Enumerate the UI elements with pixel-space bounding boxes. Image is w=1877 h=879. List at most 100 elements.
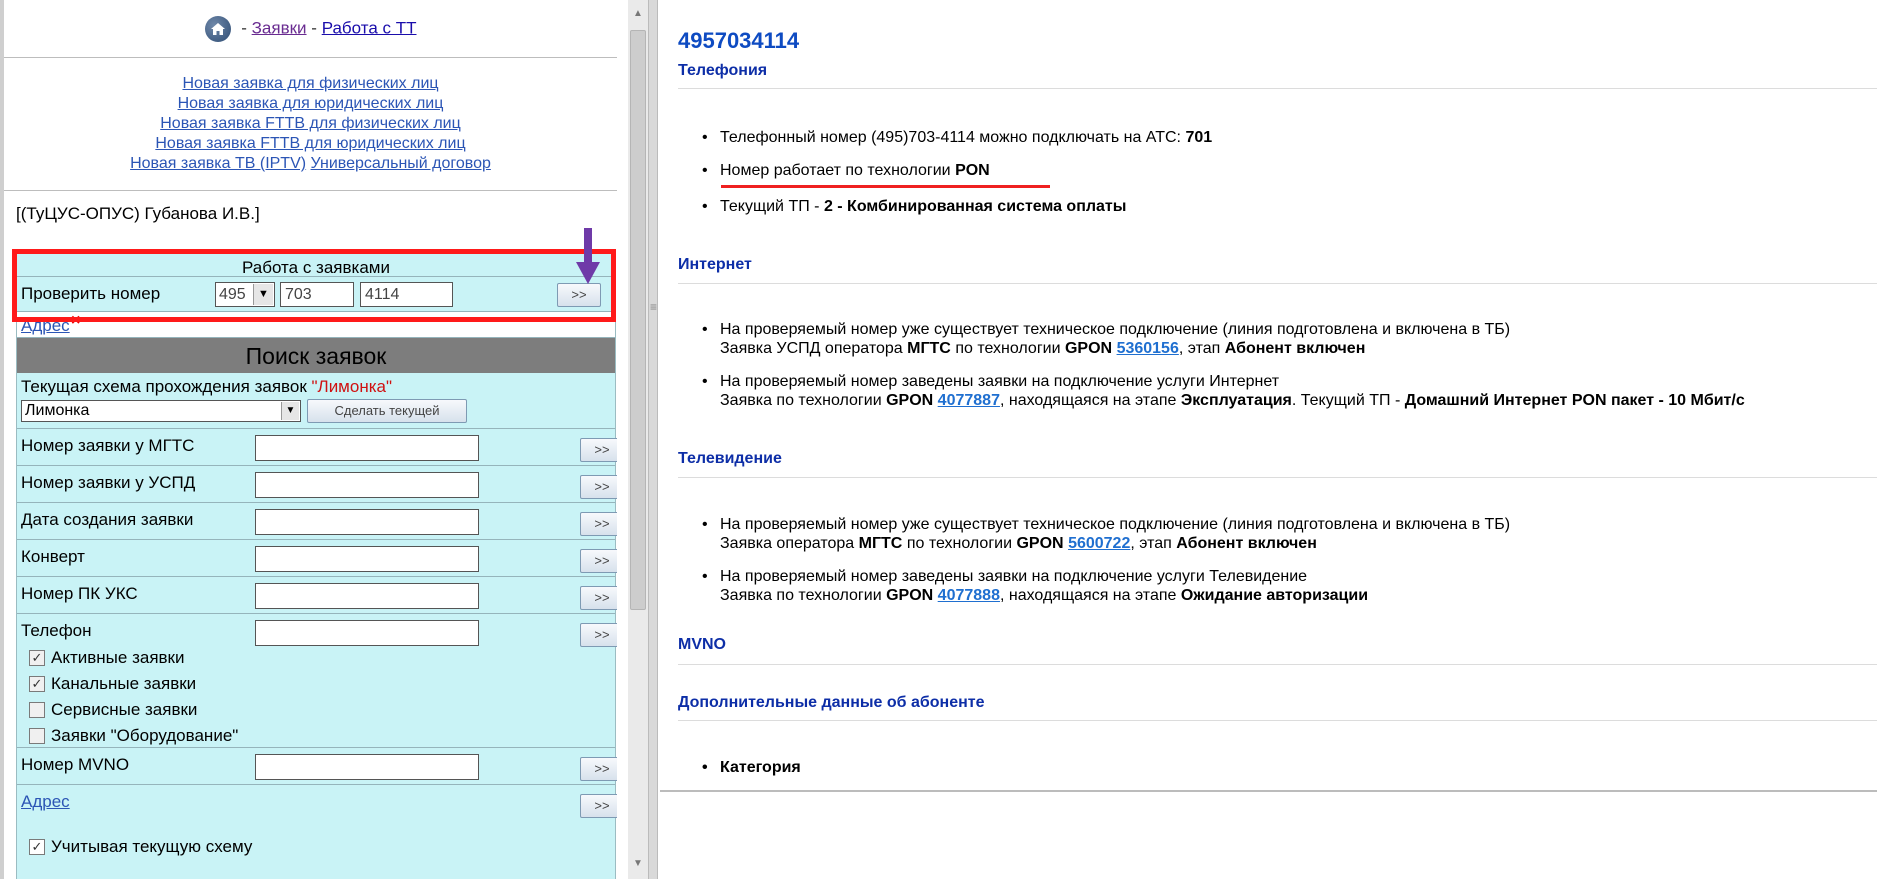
stage-value: Эксплуатация xyxy=(1180,392,1292,409)
search-button[interactable]: >> xyxy=(580,475,617,499)
operator-value: МГТС xyxy=(907,340,951,357)
stage-value: Ожидание авторизации xyxy=(1180,587,1369,604)
detail-text: по технологии xyxy=(955,340,1061,357)
divider xyxy=(4,190,617,191)
checkbox-label: Сервисные заявки xyxy=(51,700,198,719)
detail-text: Заявка оператора xyxy=(720,535,855,552)
left-content: - Заявки - Работа с ТТ Новая заявка для … xyxy=(4,0,617,879)
pk-uks-input[interactable] xyxy=(255,583,479,609)
checkbox-icon[interactable] xyxy=(29,728,45,744)
detail-text: , находящаяся на этапе xyxy=(999,587,1177,604)
internet-title: Интернет xyxy=(678,256,752,273)
mvno-row: Номер MVNO >> xyxy=(17,748,617,785)
envelope-row: Конверт >> xyxy=(17,540,617,577)
checkbox-label: Заявки "Оборудование" xyxy=(51,726,239,745)
search-button[interactable]: >> xyxy=(580,794,617,818)
checkbox-icon[interactable] xyxy=(29,702,45,718)
search-button[interactable]: >> xyxy=(580,586,617,610)
mvno-input[interactable] xyxy=(255,754,479,780)
new-fttb-individuals-link[interactable]: Новая заявка FTTB для физических лиц xyxy=(160,115,461,132)
scheme-label: Текущая схема прохождения заявок "Лимонк… xyxy=(21,377,392,397)
new-fttb-legal-link[interactable]: Новая заявка FTTB для юридических лиц xyxy=(155,135,465,152)
detail-text: Заявка по технологии xyxy=(720,392,882,409)
scheme-name: "Лимонка" xyxy=(311,377,393,396)
internet-item: На проверяемый номер заведены заявки на … xyxy=(702,372,1745,410)
right-frame: 4957034114 Телефония Телефонный номер (4… xyxy=(660,0,1877,790)
search-button[interactable]: >> xyxy=(580,623,617,647)
divider xyxy=(678,88,1877,89)
item-text: На проверяемый номер уже существует техн… xyxy=(720,516,1511,533)
bottom-pane xyxy=(660,790,1877,879)
order-link[interactable]: 5600722 xyxy=(1068,535,1130,552)
order-link[interactable]: 4077887 xyxy=(938,392,1000,409)
uspd-order-input[interactable] xyxy=(255,472,479,498)
item-detail: Заявка по технологии GPON 4077887, наход… xyxy=(720,391,1745,410)
checkbox-checked-icon[interactable]: ✓ xyxy=(29,676,45,692)
universal-contract-link[interactable]: Универсальный договор xyxy=(311,155,491,172)
stage-value: Абонент включен xyxy=(1224,340,1366,357)
tv-item: На проверяемый номер заведены заявки на … xyxy=(702,567,1368,605)
tv-title: Телевидение xyxy=(678,450,782,467)
make-current-button[interactable]: Сделать текущей xyxy=(307,399,467,423)
left-scrollbar[interactable]: ▲ ▼ xyxy=(628,0,648,879)
field-label: Номер заявки у УСПД xyxy=(21,473,196,492)
equipment-orders-checkbox-row[interactable]: Заявки "Оборудование" xyxy=(17,724,615,748)
grip-icon[interactable]: ≡ xyxy=(650,300,657,314)
orders-link[interactable]: Заявки xyxy=(252,18,307,37)
item-text: Телефонный номер (495)703-4114 можно под… xyxy=(720,129,1181,146)
item-detail: Заявка по технологии GPON 4077888, наход… xyxy=(720,586,1368,605)
order-link[interactable]: 5360156 xyxy=(1117,340,1179,357)
search-button[interactable]: >> xyxy=(580,438,617,462)
created-date-input[interactable] xyxy=(255,509,479,535)
search-button[interactable]: >> xyxy=(580,757,617,781)
channel-orders-checkbox-row[interactable]: ✓ Канальные заявки xyxy=(17,672,615,698)
detail-text: Заявка по технологии xyxy=(720,587,882,604)
scroll-down-icon[interactable]: ▼ xyxy=(633,858,643,869)
field-label: Номер ПК УКС xyxy=(21,584,138,603)
search-button[interactable]: >> xyxy=(580,549,617,573)
home-icon[interactable] xyxy=(204,16,231,42)
search-button[interactable]: >> xyxy=(580,512,617,536)
item-text: На проверяемый номер заведены заявки на … xyxy=(720,568,1308,585)
checkbox-checked-icon[interactable]: ✓ xyxy=(29,650,45,666)
item-detail: Заявка оператора МГТС по технологии GPON… xyxy=(720,534,1510,553)
new-order-individuals-link[interactable]: Новая заявка для физических лиц xyxy=(182,75,438,92)
active-orders-checkbox-row[interactable]: ✓ Активные заявки xyxy=(17,646,615,672)
checkbox-label: Учитывая текущую схему xyxy=(51,837,253,856)
scroll-up-icon[interactable]: ▲ xyxy=(633,8,643,19)
highlight-underline xyxy=(721,185,1050,188)
address-search-link[interactable]: Адрес xyxy=(21,792,70,812)
telephony-item: Номер работает по технологии PON xyxy=(702,161,990,180)
detail-text: Заявка УСПД оператора xyxy=(720,340,903,357)
consider-scheme-checkbox-row[interactable]: ✓ Учитывая текущую схему xyxy=(17,821,615,879)
item-text: Текущий ТП - xyxy=(720,198,820,215)
tt-work-link[interactable]: Работа с ТТ xyxy=(322,18,417,37)
field-label: Дата создания заявки xyxy=(21,510,194,529)
new-tv-order-link[interactable]: Новая заявка ТВ (IPTV) xyxy=(130,155,306,172)
order-link[interactable]: 4077888 xyxy=(938,587,1000,604)
checkbox-label: Канальные заявки xyxy=(51,674,197,693)
scheme-row: Текущая схема прохождения заявок "Лимонк… xyxy=(17,373,615,429)
mvno-title: MVNO xyxy=(678,636,726,653)
field-label: Номер заявки у МГТС xyxy=(21,436,195,455)
chevron-down-icon[interactable]: ▼ xyxy=(281,402,299,420)
envelope-input[interactable] xyxy=(255,546,479,572)
new-order-legal-link[interactable]: Новая заявка для юридических лиц xyxy=(178,95,444,112)
stage-value: Абонент включен xyxy=(1176,535,1317,552)
technology-value: PON xyxy=(955,162,990,179)
new-order-links: Новая заявка для физических лиц Новая за… xyxy=(4,74,617,174)
technology-value: GPON xyxy=(1064,340,1113,357)
checkbox-checked-icon[interactable]: ✓ xyxy=(29,839,45,855)
phone-input[interactable] xyxy=(255,620,479,646)
service-orders-checkbox-row[interactable]: Сервисные заявки xyxy=(17,698,615,724)
detail-text: , этап xyxy=(1178,340,1221,357)
item-text: На проверяемый номер уже существует техн… xyxy=(720,321,1511,338)
scroll-thumb[interactable] xyxy=(630,30,646,610)
technology-value: GPON xyxy=(1016,535,1064,552)
frame-splitter[interactable]: ≡ xyxy=(648,0,658,879)
detail-text: по технологии xyxy=(906,535,1013,552)
telephony-title: Телефония xyxy=(678,62,768,79)
divider xyxy=(678,720,1877,721)
mgts-order-input[interactable] xyxy=(255,435,479,461)
scheme-select[interactable]: Лимонка ▼ xyxy=(21,400,301,422)
